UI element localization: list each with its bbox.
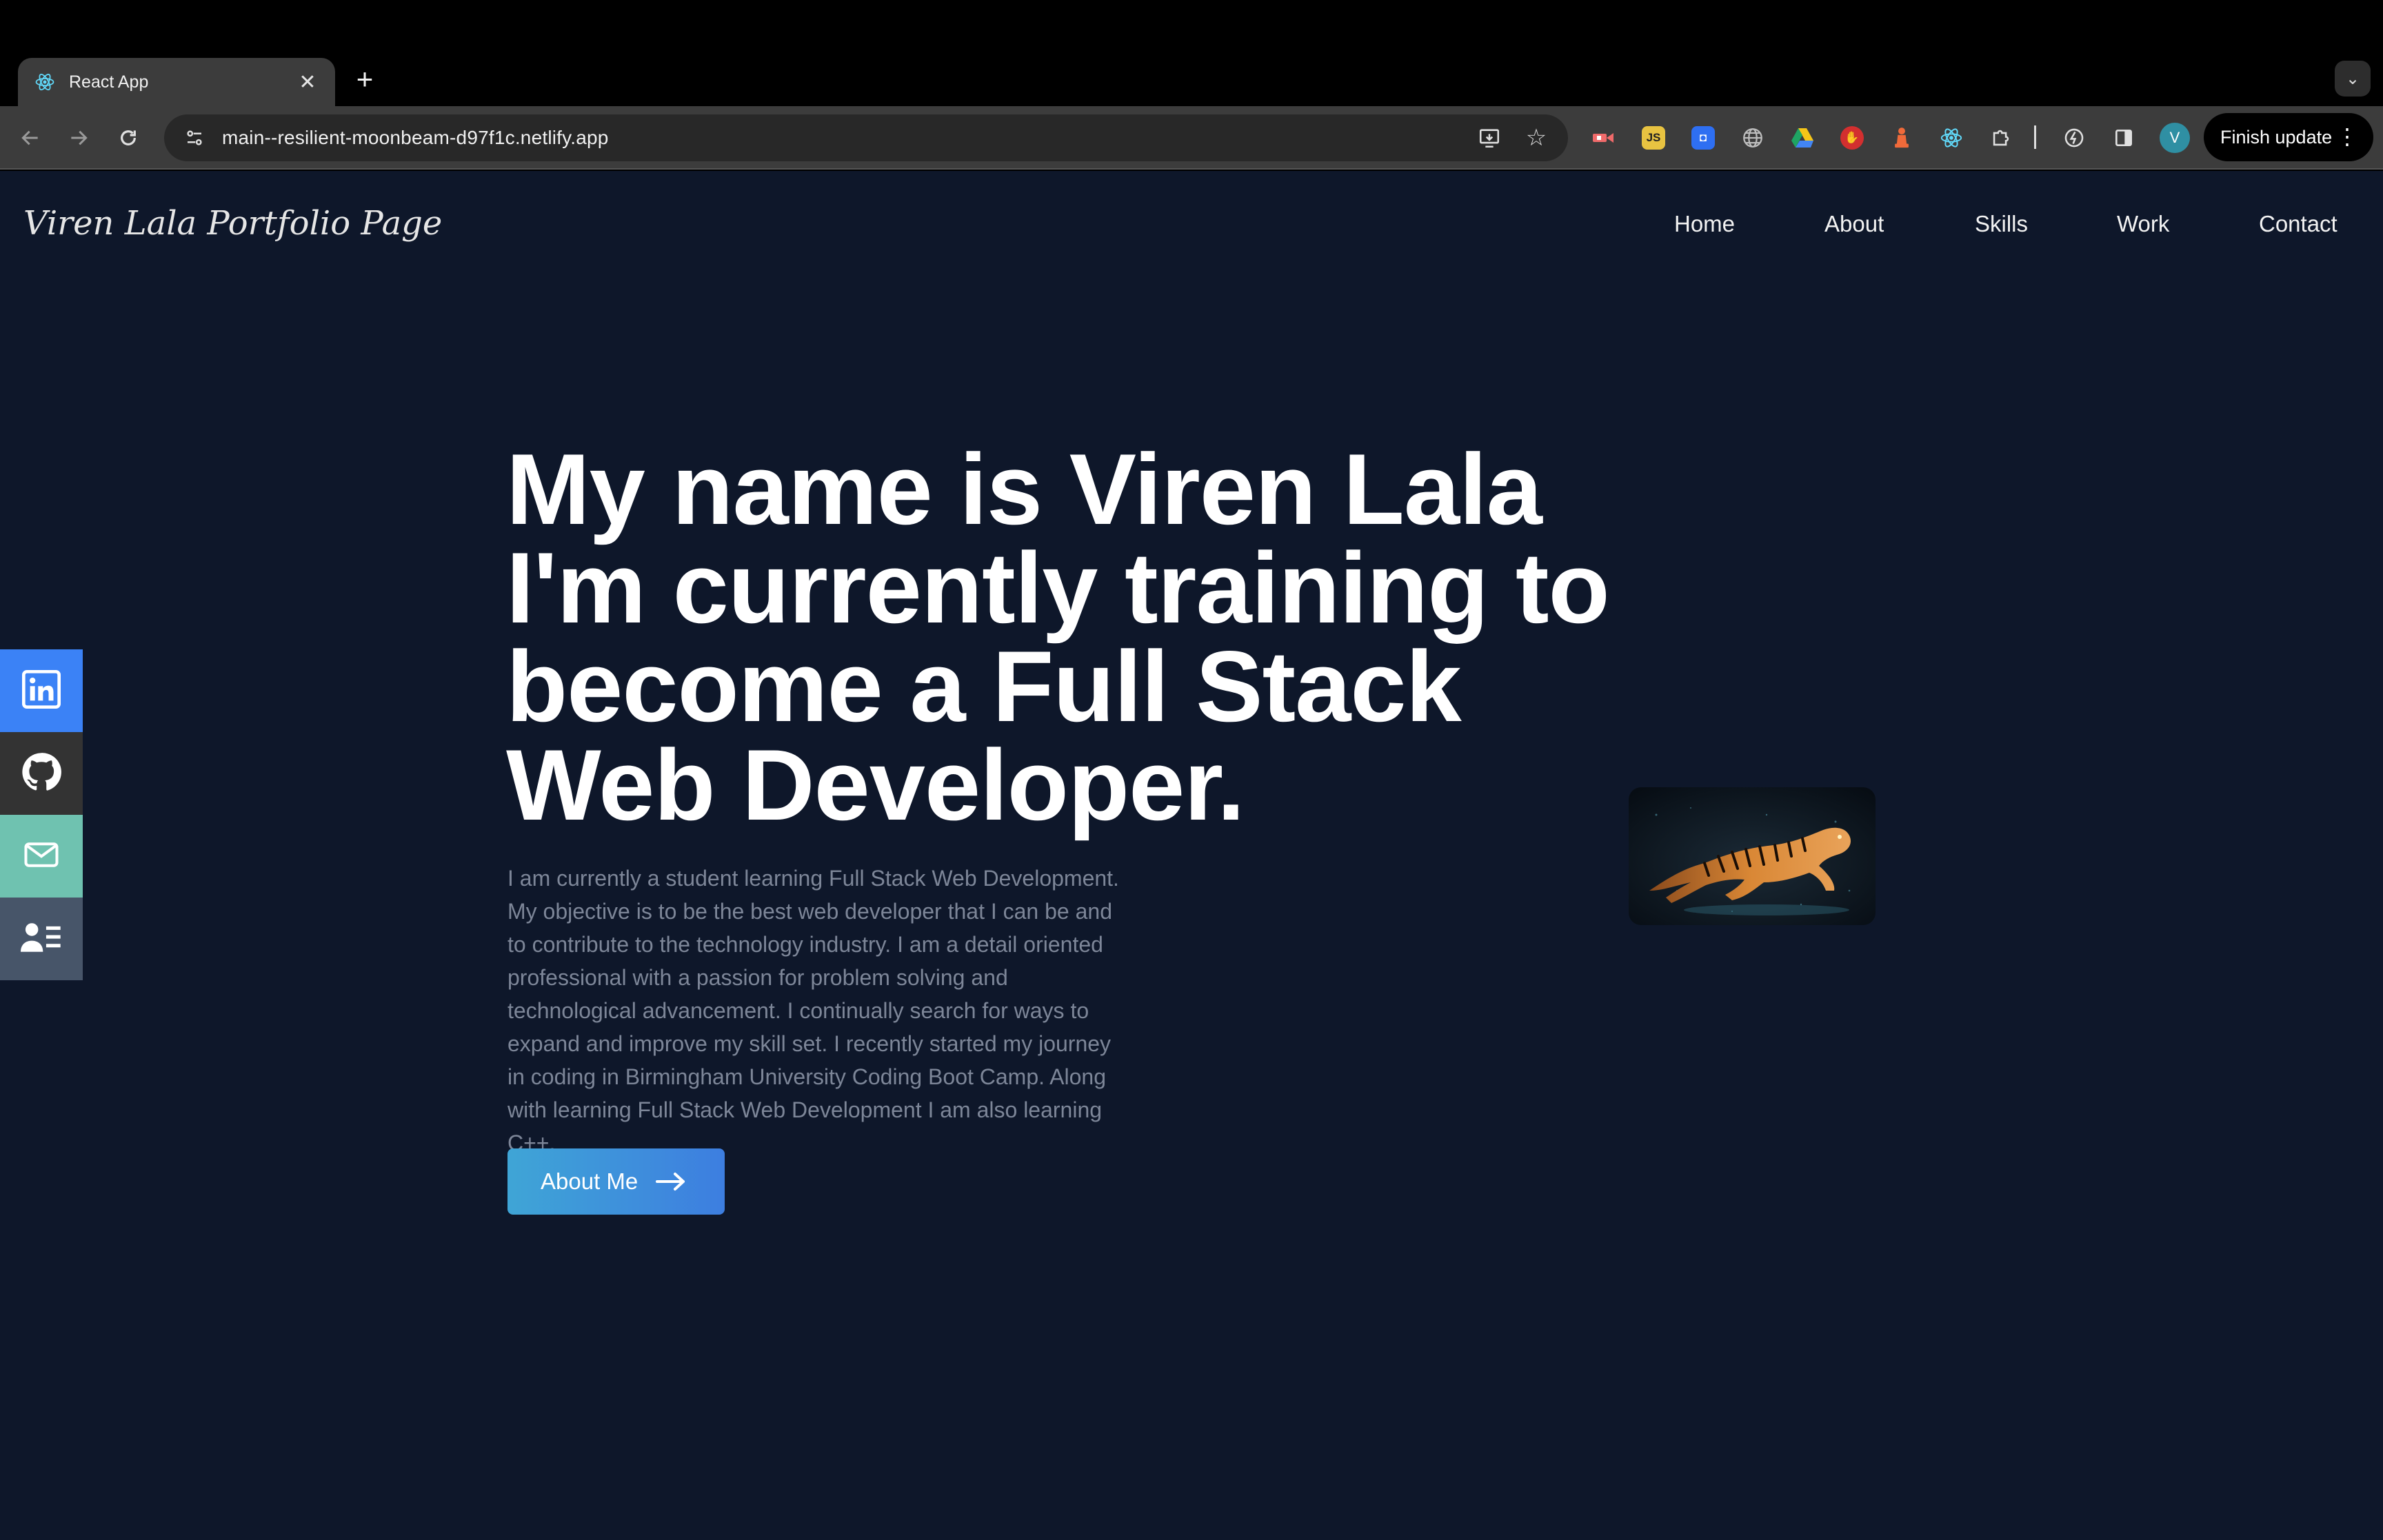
browser-tab[interactable]: React App ✕ [18,58,335,106]
site-settings-icon[interactable] [181,124,208,152]
puzzle-icon[interactable] [1984,121,2018,154]
profile-avatar[interactable]: V [2160,123,2190,153]
mail-icon [23,836,60,877]
more-menu-icon[interactable]: ⋮ [2336,123,2358,150]
finish-update-label: Finish update [2220,126,2333,148]
github-link[interactable] [0,732,83,815]
shield-ext-icon[interactable]: ✋ [1836,121,1869,154]
nav-skills[interactable]: Skills [1975,211,2028,237]
drive-icon[interactable] [1786,121,1819,154]
address-bar[interactable]: main--resilient-moonbeam-d97f1c.netlify.… [164,114,1568,161]
browser-toolbar: main--resilient-moonbeam-d97f1c.netlify.… [0,106,2383,170]
react-devtools-icon[interactable] [1935,121,1968,154]
linkedin-icon [22,669,61,712]
url-text[interactable]: main--resilient-moonbeam-d97f1c.netlify.… [222,127,1458,149]
install-app-icon[interactable] [1474,123,1505,153]
hero-line: Web Developer. [506,729,1245,841]
close-tab-icon[interactable]: ✕ [296,70,319,94]
linkedin-link[interactable] [0,649,83,732]
tab-title: React App [69,72,149,92]
hero-line: I'm currently training to [506,531,1610,644]
nav-work[interactable]: Work [2117,211,2169,237]
bitwarden-icon[interactable]: ◘ [1687,121,1720,154]
hero-line: become a Full Stack [506,630,1462,742]
finish-update-button[interactable]: Finish update ⋮ [2204,113,2373,161]
js-ext-icon[interactable]: JS [1637,121,1670,154]
performance-icon[interactable] [2058,121,2091,154]
reload-icon[interactable] [110,120,146,156]
video-ext-icon[interactable] [1587,121,1620,154]
social-sidebar [0,649,83,980]
nav-contact[interactable]: Contact [2259,211,2337,237]
about-me-label: About Me [541,1168,639,1194]
chess-icon[interactable] [1885,121,1918,154]
tab-search-chevron-icon[interactable]: ⌄ [2335,61,2371,97]
browser-tabstrip: React App ✕ + ⌄ [0,0,2383,106]
globe-icon[interactable] [1736,121,1769,154]
forward-arrow-icon[interactable] [61,120,97,156]
hero-line: My name is Viren Lala [506,433,1542,545]
back-arrow-icon[interactable] [12,120,48,156]
new-tab-icon[interactable]: + [349,63,381,95]
side-panel-icon[interactable] [2107,121,2140,154]
hero-heading: My name is Viren Lala I'm currently trai… [506,433,1678,841]
bookmark-star-icon[interactable]: ☆ [1521,123,1551,153]
arrow-right-icon [656,1171,686,1192]
github-icon [21,752,61,796]
main-nav: Home About Skills Work Contact [0,211,2383,252]
resume-link[interactable] [0,898,83,980]
react-icon [34,72,55,92]
hero-description: I am currently a student learning Full S… [507,866,1119,1155]
nav-home[interactable]: Home [1674,211,1735,237]
toolbar-separator [2034,125,2036,149]
nav-about[interactable]: About [1824,211,1884,237]
about-me-button[interactable]: About Me [507,1148,725,1215]
portfolio-page: Viren Lala Portfolio Page Home About Ski… [0,171,2383,1540]
email-link[interactable] [0,815,83,898]
tiger-image [1629,787,1876,925]
resume-icon [21,918,62,960]
